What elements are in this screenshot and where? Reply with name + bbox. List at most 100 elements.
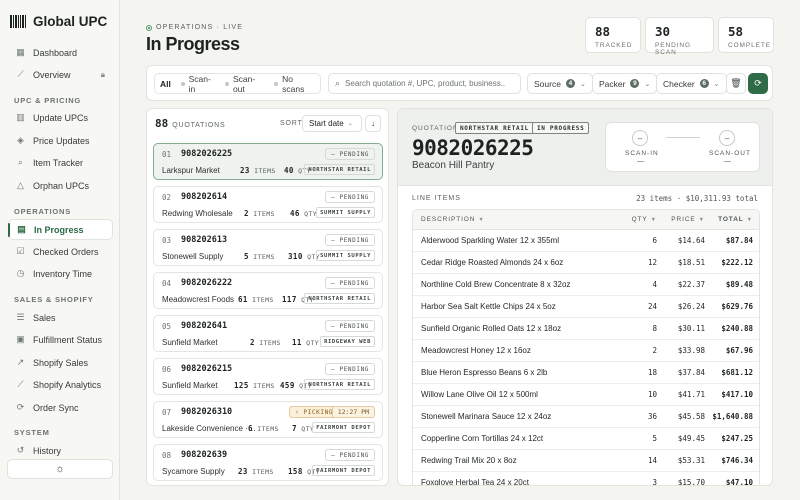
row-qty: 12 <box>647 258 657 267</box>
sidebar-item-update-upcs[interactable]: ▥ Update UPCs <box>8 107 113 128</box>
table-row[interactable]: Copperline Corn Tortillas 24 x 12ct 5 $49.… <box>413 428 759 450</box>
table-row[interactable]: Sunfield Organic Rolled Oats 12 x 18oz 8 $… <box>413 318 759 340</box>
table-row[interactable]: Willow Lane Olive Oil 12 x 500ml 10 $41.71… <box>413 384 759 406</box>
search-box: ⌕ <box>328 73 521 94</box>
table-row[interactable]: Stonewell Marinara Sauce 12 x 24oz 36 $45.… <box>413 406 759 428</box>
sidebar-item-item-tracker[interactable]: ⌕ Item Tracker <box>8 152 113 173</box>
sidebar-item-overview[interactable]: ⟋ Overview 🔒︎ <box>8 64 113 85</box>
stat-pending-scan: 30 PENDING SCAN <box>645 17 714 56</box>
table-row[interactable]: Alderwood Sparkling Water 12 x 355ml 6 $14… <box>413 230 759 252</box>
sort-direction-button[interactable]: ↓ <box>365 115 381 132</box>
quotation-card[interactable]: 02 908202614 — PENDING Redwing Wholesale 2 I… <box>153 186 383 223</box>
detail-header: QUOTATION NORTHSTAR RETAIL IN PROGRESS 9… <box>398 109 772 186</box>
status-badge: — PENDING <box>325 234 375 246</box>
checker-dropdown[interactable]: Checker 6 ⌄ <box>656 73 727 94</box>
card-index: 08 <box>162 451 172 460</box>
quotation-card[interactable]: 06 9082026215 — PENDING Sunfield Market 125 … <box>153 358 383 395</box>
card-business-name: Lakeside Convenience ·… <box>162 424 256 433</box>
column-description[interactable]: DESCRIPTION ▼ <box>413 216 613 223</box>
source-dropdown[interactable]: Source 4 ⌄ <box>527 73 593 94</box>
filter-scan-out[interactable]: Scan-out <box>220 74 269 94</box>
filter-scan-in[interactable]: Scan-in <box>176 74 220 94</box>
refresh-button[interactable]: ⟳ <box>748 73 768 94</box>
page-title: In Progress <box>146 34 240 54</box>
brand[interactable]: Global UPC <box>10 14 107 29</box>
sidebar-item-in-progress[interactable]: ▤ In Progress <box>8 219 113 240</box>
nav-section-system: SYSTEM <box>14 428 50 437</box>
sidebar-item-fulfillment-status[interactable]: ▣ Fulfillment Status <box>8 329 113 350</box>
card-quotation-id: 908202641 <box>181 321 228 331</box>
row-total: $222.12 <box>721 258 753 267</box>
sidebar-item-shopify-analytics[interactable]: ⟋ Shopify Analytics <box>8 374 113 395</box>
row-qty: 18 <box>647 368 657 377</box>
row-qty: 36 <box>647 412 657 421</box>
stat-complete: 58 COMPLETE <box>718 17 774 53</box>
sort-select[interactable]: Start date ⌄ <box>302 115 362 132</box>
table-row[interactable]: Meadowcrest Honey 12 x 16oz 2 $33.98 $67.96 <box>413 340 759 362</box>
card-business-name: Sycamore Supply <box>162 467 225 476</box>
sidebar-item-orphan-upcs[interactable]: △ Orphan UPCs <box>8 175 113 196</box>
sidebar-item-checked-orders[interactable]: ☑ Checked Orders <box>8 241 113 262</box>
quotation-card[interactable]: 04 9082026222 — PENDING Meadowcrest Foods 61… <box>153 272 383 309</box>
status-tag: IN PROGRESS <box>532 122 590 134</box>
sync-icon: ⟳ <box>16 402 25 412</box>
sidebar-item-history[interactable]: ↺ History <box>8 440 113 461</box>
barcode-logo-icon <box>10 15 27 28</box>
quotation-card[interactable]: 08 908202639 — PENDING Sycamore Supply 23 IT… <box>153 444 383 481</box>
clipboard-icon: ▤ <box>17 224 26 234</box>
table-row[interactable]: Northline Cold Brew Concentrate 8 x 32oz… <box>413 274 759 296</box>
quotation-label: QUOTATION <box>412 125 459 132</box>
card-business-name: Stonewell Supply <box>162 252 224 261</box>
delete-button[interactable]: 🗑︎ <box>726 73 746 94</box>
card-qty-count: 46 QTY <box>290 209 318 218</box>
column-qty[interactable]: QTY ▼ <box>613 216 657 223</box>
card-quotation-id: 9082026222 <box>181 278 233 288</box>
search-icon: ⌕ <box>335 78 341 88</box>
row-description: Foxglove Herbal Tea 24 x 20ct <box>421 478 529 486</box>
chevron-down-icon: ⌄ <box>347 121 353 127</box>
theme-toggle-button[interactable]: ☼ <box>7 459 113 479</box>
row-description: Northline Cold Brew Concentrate 8 x 32oz <box>421 280 571 289</box>
quotation-card[interactable]: 01 9082026225 — PENDING Larkspur Market 23 I… <box>153 143 383 180</box>
search-input[interactable] <box>345 79 506 88</box>
row-price: $53.31 <box>677 456 705 465</box>
table-row[interactable]: Redwing Trail Mix 20 x 8oz 14 $53.31 $746.3… <box>413 450 759 472</box>
sidebar-item-order-sync[interactable]: ⟳ Order Sync <box>8 397 113 418</box>
table-row[interactable]: Foxglove Herbal Tea 24 x 20ct 3 $15.70 $47.… <box>413 472 759 486</box>
checker-count-badge: 6 <box>699 79 709 88</box>
sidebar: Global UPC ▦ Dashboard ⟋ Overview 🔒︎ UPC & … <box>0 0 120 500</box>
column-total[interactable]: TOTAL ▼ <box>705 216 753 223</box>
row-price: $33.98 <box>677 346 705 355</box>
scan-status-box: – – SCAN-IN SCAN-OUT — — <box>605 122 760 172</box>
status-badge: — PENDING <box>325 191 375 203</box>
nav-section-sales-shopify: SALES & SHOPIFY <box>14 295 94 304</box>
quotation-card[interactable]: 05 908202641 — PENDING Sunfield Market 2 ITE… <box>153 315 383 352</box>
history-icon: ↺ <box>16 445 25 455</box>
table-row[interactable]: Harbor Sea Salt Kettle Chips 24 x 5oz 24 $… <box>413 296 759 318</box>
filter-all[interactable]: All <box>155 74 176 93</box>
quotation-card[interactable]: 03 908202613 — PENDING Stonewell Supply 5 IT… <box>153 229 383 266</box>
quotation-card[interactable]: 07 9082026310 › PICKING 12:27 PM Lakeside Co… <box>153 401 383 438</box>
card-items-count: 23 ITEMS <box>240 166 276 175</box>
table-row[interactable]: Blue Heron Espresso Beans 6 x 2lb 18 $37.8… <box>413 362 759 384</box>
row-qty: 6 <box>652 236 657 245</box>
status-badge: — PENDING <box>325 363 375 375</box>
card-business-name: Sunfield Market <box>162 338 218 347</box>
dot-icon <box>274 81 279 86</box>
sidebar-item-inventory-time[interactable]: ◷ Inventory Time <box>8 263 113 284</box>
column-price[interactable]: PRICE ▼ <box>657 216 705 223</box>
row-total: $240.88 <box>721 324 753 333</box>
chevron-down-icon: ⌄ <box>579 80 586 88</box>
sidebar-item-price-updates[interactable]: ◈ Price Updates <box>8 130 113 151</box>
filter-no-scans[interactable]: No scans <box>269 74 320 94</box>
table-row[interactable]: Cedar Ridge Roasted Almonds 24 x 6oz 12 $1… <box>413 252 759 274</box>
card-quotation-id: 9082026225 <box>181 149 233 159</box>
row-description: Blue Heron Espresso Beans 6 x 2lb <box>421 368 548 377</box>
card-source-tag: SUMMIT SUPPLY <box>316 207 375 218</box>
row-total: $89.48 <box>725 280 753 289</box>
sidebar-item-dashboard[interactable]: ▦ Dashboard <box>8 42 113 63</box>
sidebar-item-sales[interactable]: ☰ Sales <box>8 307 113 328</box>
packer-dropdown[interactable]: Packer 9 ⌄ <box>592 73 658 94</box>
sidebar-item-shopify-sales[interactable]: ↗ Shopify Sales <box>8 352 113 373</box>
search-icon: ⌕ <box>17 157 24 167</box>
